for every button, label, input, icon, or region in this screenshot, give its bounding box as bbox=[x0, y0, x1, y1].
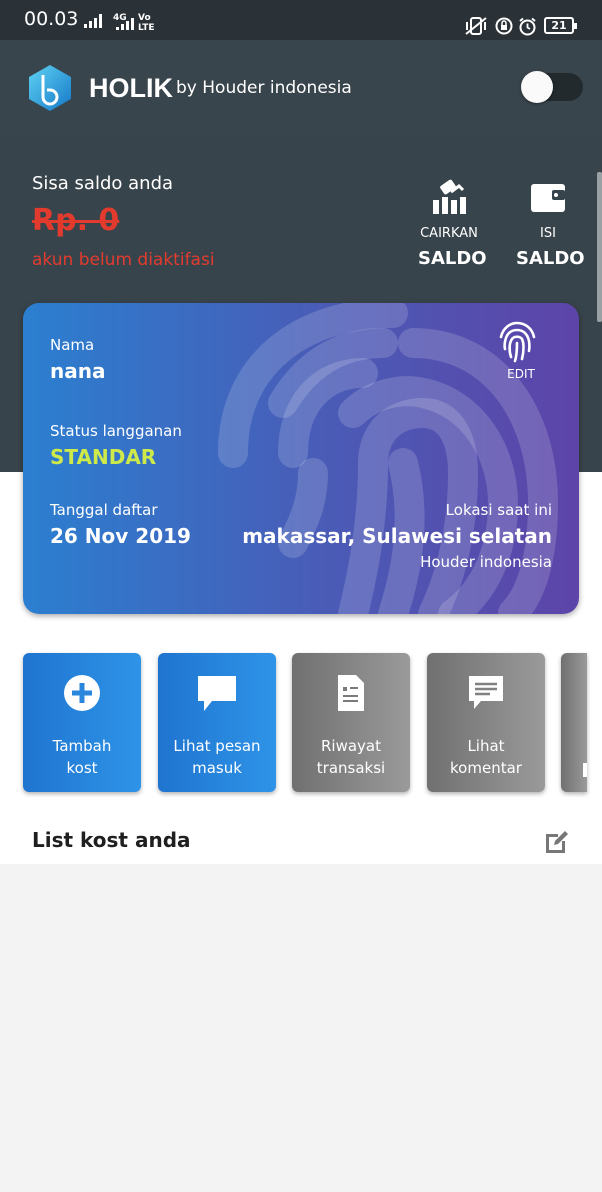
fingerprint-edit-icon[interactable] bbox=[495, 319, 539, 363]
edit-list-icon[interactable] bbox=[544, 829, 570, 855]
scroll-indicator[interactable] bbox=[597, 172, 602, 322]
message-icon bbox=[158, 673, 276, 717]
plus-icon bbox=[23, 673, 141, 717]
status-time: 00.03 bbox=[24, 8, 79, 30]
subscription-status: STANDAR bbox=[50, 445, 157, 469]
add-kost-line1: Tambah bbox=[52, 737, 112, 755]
holik-logo-icon bbox=[29, 65, 71, 111]
account-inactive-warning: akun belum diaktifasi bbox=[32, 250, 215, 270]
signal-icon bbox=[84, 12, 102, 28]
topup-small-label: ISI bbox=[540, 226, 556, 241]
withdraw-icon bbox=[433, 179, 466, 214]
registration-date: 26 Nov 2019 bbox=[50, 524, 191, 548]
view-inbox-button[interactable]: Lihat pesan masuk bbox=[158, 653, 276, 792]
app-header: HOLIK by Houder indonesia bbox=[0, 40, 602, 134]
balance-label: Sisa saldo anda bbox=[32, 173, 174, 194]
user-name: nana bbox=[50, 359, 106, 383]
withdraw-small-label: CAIRKAN bbox=[420, 226, 478, 241]
status-bar: 00.03 4G Vo LTE 21 bbox=[0, 0, 602, 40]
signal-icon-2 bbox=[116, 18, 134, 30]
name-label: Nama bbox=[50, 336, 95, 354]
withdraw-balance-button[interactable]: CAIRKAN SALDO bbox=[418, 178, 487, 269]
battery-indicator: 21 bbox=[544, 17, 577, 34]
topup-balance-button[interactable]: ISI SALDO bbox=[516, 178, 585, 269]
view-comments-button[interactable]: Lihat komentar bbox=[427, 653, 545, 792]
partial-label-glyph bbox=[583, 763, 587, 777]
view-inbox-line1: Lihat pesan bbox=[173, 737, 261, 755]
volte-top: Vo bbox=[138, 13, 151, 23]
add-kost-line2: kost bbox=[66, 759, 98, 777]
toggle-knob bbox=[521, 71, 553, 103]
kost-list-header: List kost anda bbox=[0, 808, 602, 864]
view-comments-line2: komentar bbox=[450, 759, 522, 777]
document-icon bbox=[292, 673, 410, 717]
comment-icon bbox=[427, 673, 545, 717]
transaction-history-line1: Riwayat bbox=[321, 737, 381, 755]
profile-card: EDIT Nama nana Status langganan STANDAR … bbox=[23, 303, 579, 614]
subscription-status-label: Status langganan bbox=[50, 422, 182, 440]
header-toggle[interactable] bbox=[521, 71, 583, 103]
menu-tile-partial[interactable] bbox=[561, 653, 587, 792]
alarm-icon bbox=[519, 17, 536, 36]
view-inbox-label: Lihat pesan masuk bbox=[158, 735, 276, 779]
location-label: Lokasi saat ini bbox=[445, 501, 552, 519]
transaction-history-line2: transaksi bbox=[316, 759, 386, 777]
wallet-icon bbox=[531, 184, 565, 212]
topup-big-label: SALDO bbox=[516, 248, 585, 269]
registration-date-label: Tanggal daftar bbox=[50, 501, 158, 519]
app-subtitle: by Houder indonesia bbox=[176, 78, 352, 98]
vibrate-icon bbox=[465, 17, 487, 35]
add-kost-label: Tambah kost bbox=[23, 735, 141, 779]
company-name: Houder indonesia bbox=[420, 553, 552, 571]
add-kost-button[interactable]: Tambah kost bbox=[23, 653, 141, 792]
view-inbox-line2: masuk bbox=[192, 759, 242, 777]
lock-rotate-icon bbox=[495, 17, 513, 35]
view-comments-label: Lihat komentar bbox=[427, 735, 545, 779]
volte-bottom: LTE bbox=[138, 23, 155, 33]
edit-label[interactable]: EDIT bbox=[481, 367, 561, 381]
transaction-history-label: Riwayat transaksi bbox=[292, 735, 410, 779]
kost-list-title: List kost anda bbox=[32, 828, 191, 852]
transaction-history-button[interactable]: Riwayat transaksi bbox=[292, 653, 410, 792]
balance-value: Rp. 0 bbox=[32, 203, 120, 238]
current-location: makassar, Sulawesi selatan bbox=[242, 524, 552, 548]
withdraw-big-label: SALDO bbox=[418, 248, 487, 269]
app-title: HOLIK bbox=[89, 73, 173, 103]
view-comments-line1: Lihat bbox=[467, 737, 505, 755]
volte-label: Vo LTE bbox=[138, 13, 155, 33]
